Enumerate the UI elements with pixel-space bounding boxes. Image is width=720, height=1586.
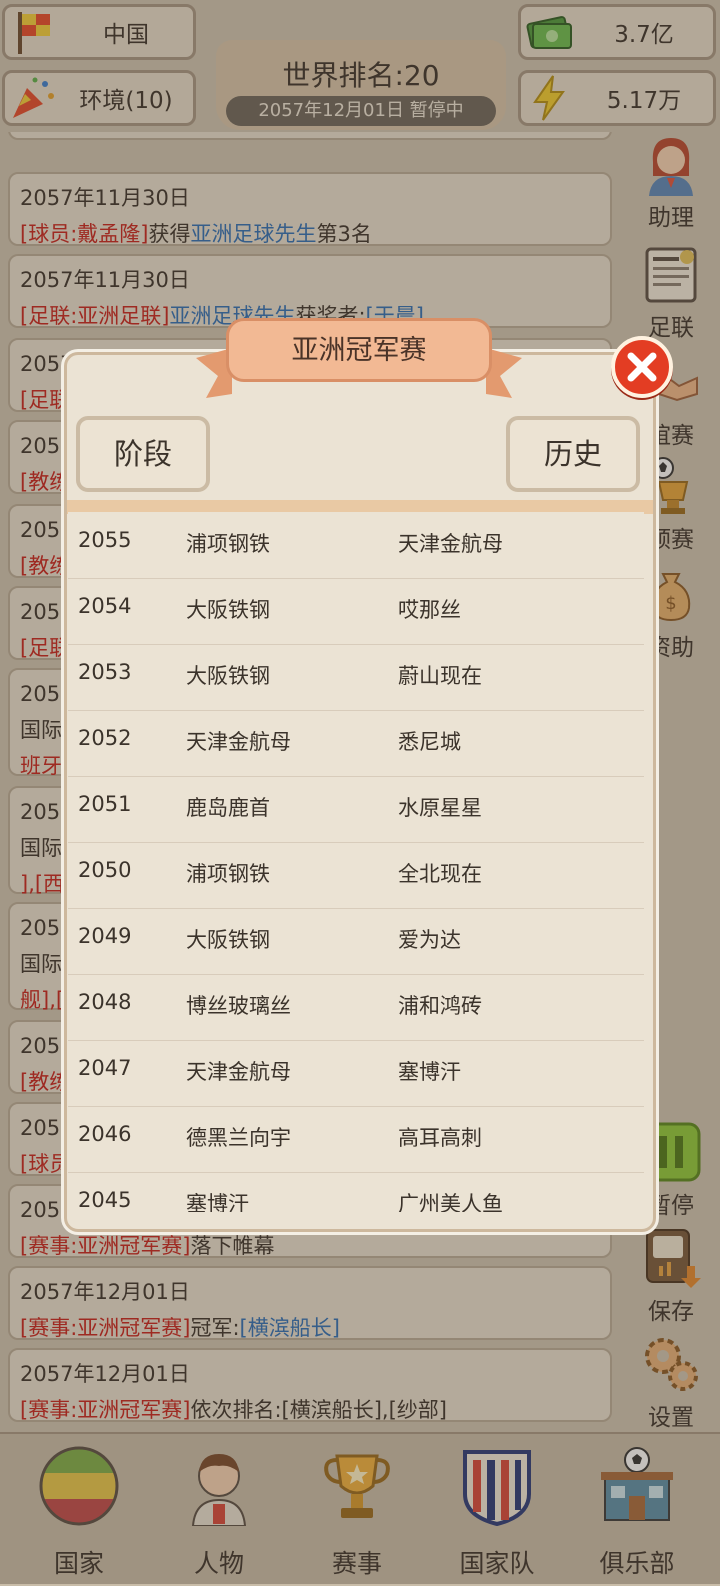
dialog-title-ribbon: 亚洲冠军赛 xyxy=(196,318,522,408)
history-row[interactable]: 2047 天津金航母 塞博汗 xyxy=(68,1040,644,1107)
history-row[interactable]: 2051 鹿岛鹿首 水原星星 xyxy=(68,776,644,843)
runner-up-name: 塞博汗 xyxy=(398,1060,461,1084)
champion-name: 塞博汗 xyxy=(186,1192,249,1212)
history-year: 2050 xyxy=(78,858,132,882)
champion-name: 鹿岛鹿首 xyxy=(186,796,270,820)
runner-up-name: 广州美人鱼 xyxy=(398,1192,503,1212)
history-row[interactable]: 2048 博丝玻璃丝 浦和鸿砖 xyxy=(68,974,644,1041)
history-year: 2052 xyxy=(78,726,132,750)
champion-name: 浦项钢铁 xyxy=(186,532,270,556)
history-year: 2048 xyxy=(78,990,132,1014)
runner-up-name: 蔚山现在 xyxy=(398,664,482,688)
runner-up-name: 浦和鸿砖 xyxy=(398,994,482,1018)
history-year: 2054 xyxy=(78,594,132,618)
history-row[interactable]: 2050 浦项钢铁 全北现在 xyxy=(68,842,644,909)
history-row[interactable]: 2053 大阪铁钢 蔚山现在 xyxy=(68,644,644,711)
runner-up-name: 哎那丝 xyxy=(398,598,461,622)
history-year: 2049 xyxy=(78,924,132,948)
runner-up-name: 爱为达 xyxy=(398,928,461,952)
history-row[interactable]: 2045 塞博汗 广州美人鱼 xyxy=(68,1172,644,1212)
stage-button[interactable]: 阶段 xyxy=(76,416,210,492)
champion-name: 浦项钢铁 xyxy=(186,862,270,886)
dialog-title: 亚洲冠军赛 xyxy=(291,335,427,366)
history-row[interactable]: 2052 天津金航母 悉尼城 xyxy=(68,710,644,777)
history-year: 2055 xyxy=(78,528,132,552)
history-year: 2045 xyxy=(78,1188,132,1212)
history-year: 2053 xyxy=(78,660,132,684)
runner-up-name: 天津金航母 xyxy=(398,532,503,556)
history-row[interactable]: 2046 德黑兰向宇 高耳高刺 xyxy=(68,1106,644,1173)
runner-up-name: 悉尼城 xyxy=(398,730,461,754)
runner-up-name: 水原星星 xyxy=(398,796,482,820)
champion-name: 大阪铁钢 xyxy=(186,928,270,952)
history-row[interactable]: 2054 大阪铁钢 哎那丝 xyxy=(68,578,644,645)
history-list[interactable]: 2055 浦项钢铁 天津金航母 2054 大阪铁钢 哎那丝 2053 大阪铁钢 蔚山现在 2052… xyxy=(68,512,644,1212)
close-icon xyxy=(627,352,657,382)
champion-name: 大阪铁钢 xyxy=(186,664,270,688)
champion-name: 天津金航母 xyxy=(186,1060,291,1084)
history-row[interactable]: 2049 大阪铁钢 爱为达 xyxy=(68,908,644,975)
history-row[interactable]: 2055 浦项钢铁 天津金航母 xyxy=(68,512,644,579)
champion-name: 天津金航母 xyxy=(186,730,291,754)
champion-name: 大阪铁钢 xyxy=(186,598,270,622)
runner-up-name: 全北现在 xyxy=(398,862,482,886)
history-year: 2047 xyxy=(78,1056,132,1080)
close-button[interactable] xyxy=(611,336,673,398)
history-button[interactable]: 历史 xyxy=(506,416,640,492)
champion-name: 德黑兰向宇 xyxy=(186,1126,291,1150)
champion-name: 博丝玻璃丝 xyxy=(186,994,291,1018)
history-year: 2051 xyxy=(78,792,132,816)
history-year: 2046 xyxy=(78,1122,132,1146)
runner-up-name: 高耳高刺 xyxy=(398,1126,482,1150)
